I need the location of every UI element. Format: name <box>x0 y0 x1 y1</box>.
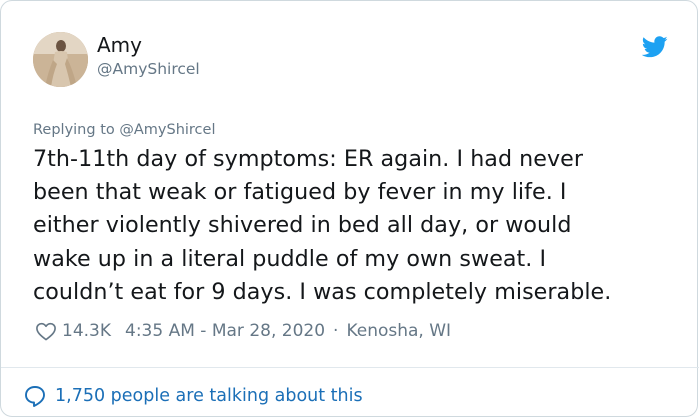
replying-handle-link[interactable]: @AmyShircel <box>119 122 215 138</box>
author-name[interactable]: Amy <box>97 33 142 57</box>
tweet-meta: 14.3K 4:35 AM - Mar 28, 2020 · Kenosha, … <box>35 317 451 345</box>
divider <box>1 367 699 368</box>
avatar-image <box>33 32 88 87</box>
talking-about-link[interactable]: 1,750 people are talking about this <box>23 382 363 410</box>
tweet-text: 7th-11th day of symptoms: ER again. I ha… <box>33 146 612 305</box>
replying-to: Replying to @AmyShircel <box>33 121 215 139</box>
date-separator: - <box>194 321 212 341</box>
speech-bubble-icon <box>25 386 45 407</box>
heart-icon[interactable] <box>35 321 57 341</box>
tweet-time[interactable]: 4:35 AM <box>125 321 195 341</box>
author-handle[interactable]: @AmyShircel <box>97 59 200 79</box>
avatar[interactable] <box>33 32 88 87</box>
talking-text[interactable]: 1,750 people are talking about this <box>55 386 363 406</box>
twitter-bird-icon[interactable] <box>642 36 668 58</box>
like-count[interactable]: 14.3K <box>62 321 111 341</box>
replying-prefix: Replying to <box>33 122 120 138</box>
location-separator: · <box>333 321 339 341</box>
tweet-card[interactable]: Amy @AmyShircel Replying to @AmyShircel … <box>0 0 699 417</box>
tweet-location[interactable]: Kenosha, WI <box>346 321 451 341</box>
tweet-date[interactable]: Mar 28, 2020 <box>212 321 325 341</box>
